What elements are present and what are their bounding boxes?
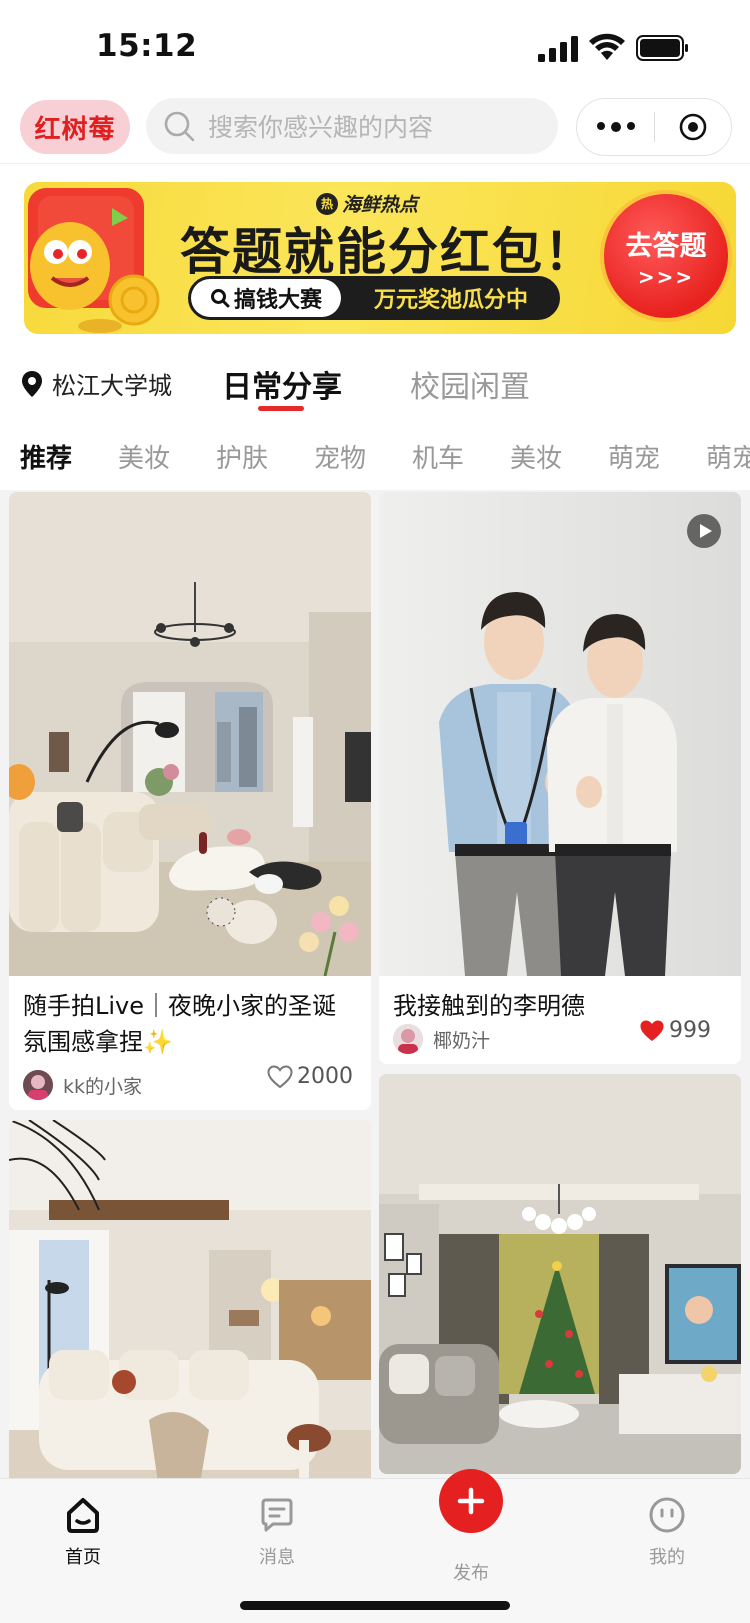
category-motorcycle[interactable]: 机车	[412, 438, 464, 475]
location-selector[interactable]: 松江大学城	[20, 366, 172, 401]
category-makeup[interactable]: 美妆	[118, 438, 170, 475]
bright-living-room-photo	[9, 1120, 371, 1478]
status-bar: 15:12	[0, 0, 750, 96]
banner-headline: 答题就能分红包！	[180, 223, 596, 281]
nav-messages-label: 消息	[259, 1547, 295, 1568]
promo-banner[interactable]: 热 海鲜热点 答题就能分红包！ 搞钱大赛 万元奖池瓜分中 去答题 >>>	[24, 182, 736, 334]
location-pin-icon	[22, 370, 42, 397]
publish-button[interactable]	[439, 1469, 503, 1533]
nav-publish-label: 发布	[453, 1563, 489, 1584]
nav-profile[interactable]: 我的	[627, 1495, 707, 1569]
like-count: 2000	[297, 1064, 353, 1089]
author-name: 椰奶汁	[433, 1029, 491, 1052]
avatar	[393, 1024, 423, 1054]
status-time: 15:12	[96, 28, 198, 64]
living-room-photo	[9, 492, 371, 976]
nav-home-label: 首页	[65, 1547, 101, 1568]
search-icon	[164, 111, 195, 142]
category-cute-pets-2[interactable]: 萌宠	[706, 438, 750, 475]
cellular-signal-icon	[538, 36, 578, 62]
category-makeup-2[interactable]: 美妆	[510, 438, 562, 475]
two-men-photo	[379, 492, 741, 976]
cta-label: 去答题	[625, 230, 707, 262]
tab-daily-share[interactable]: 日常分享	[222, 362, 342, 406]
category-recommend[interactable]: 推荐	[20, 438, 72, 475]
banner-pill-right-text: 万元奖池瓜分中	[373, 288, 528, 313]
plus-icon	[457, 1487, 485, 1515]
home-indicator	[240, 1601, 510, 1610]
location-label: 松江大学城	[52, 372, 172, 400]
heart-filled-icon	[640, 1020, 664, 1041]
red-packet-mascot-icon	[28, 188, 160, 333]
like-count: 999	[669, 1018, 711, 1043]
active-tab-indicator	[258, 406, 304, 411]
content-feed: 随手拍Live｜夜晚小家的圣诞氛围感拿捏✨ kk的小家 2000 我接触到的李明…	[0, 490, 750, 1478]
feed-card[interactable]	[379, 1074, 741, 1474]
card-author[interactable]: kk的小家	[23, 1070, 142, 1100]
search-placeholder: 搜索你感兴趣的内容	[208, 113, 434, 142]
like-button[interactable]: 999	[639, 1018, 711, 1043]
video-play-icon	[687, 514, 721, 548]
category-tabs: 推荐 美妆 护肤 宠物 机车 美妆 萌宠 萌宠	[0, 424, 750, 484]
target-icon	[679, 113, 707, 141]
channel-row: 松江大学城 日常分享 校园闲置	[0, 352, 750, 414]
avatar	[23, 1070, 53, 1100]
category-skincare[interactable]: 护肤	[216, 438, 268, 475]
category-pets[interactable]: 宠物	[314, 438, 366, 475]
feed-card[interactable]: 随手拍Live｜夜晚小家的圣诞氛围感拿捏✨ kk的小家 2000	[9, 492, 371, 1110]
card-author[interactable]: 椰奶汁	[393, 1024, 490, 1054]
heart-outline-icon	[267, 1064, 293, 1088]
nav-messages[interactable]: 消息	[237, 1495, 317, 1569]
app-logo[interactable]: 红树莓	[20, 100, 130, 154]
more-dots-icon	[594, 122, 638, 132]
message-icon	[261, 1498, 293, 1532]
search-input[interactable]: 搜索你感兴趣的内容	[146, 98, 558, 154]
feed-card[interactable]: 我接触到的李明德 椰奶汁 999	[379, 492, 741, 1064]
feed-card[interactable]	[9, 1120, 371, 1478]
banner-pill-left-text: 搞钱大赛	[233, 288, 322, 313]
profile-icon	[649, 1497, 685, 1533]
top-bar: 红树莓 搜索你感兴趣的内容	[0, 96, 750, 164]
banner-pill: 搞钱大赛 万元奖池瓜分中	[188, 276, 560, 320]
tab-campus-secondhand[interactable]: 校园闲置	[410, 362, 530, 406]
bottom-tab-bar: 首页 消息 发布 我的	[0, 1469, 750, 1623]
app-logo-text: 红树莓	[34, 114, 116, 145]
miniapp-capsule	[576, 98, 732, 156]
more-button[interactable]	[577, 99, 654, 155]
category-cute-pets[interactable]: 萌宠	[608, 438, 660, 475]
nav-profile-label: 我的	[649, 1547, 685, 1568]
banner-pill-left: 搞钱大赛	[191, 279, 341, 317]
wifi-icon	[589, 33, 625, 60]
close-miniapp-button[interactable]	[655, 99, 731, 155]
nav-home[interactable]: 首页	[43, 1495, 123, 1569]
card-title: 随手拍Live｜夜晚小家的圣诞氛围感拿捏✨	[23, 992, 337, 1056]
home-icon	[67, 1498, 99, 1533]
search-icon	[210, 289, 230, 308]
christmas-living-room-photo	[379, 1074, 741, 1474]
cta-arrows: >>>	[637, 264, 695, 289]
like-button[interactable]: 2000	[267, 1064, 353, 1089]
answer-quiz-button[interactable]: 去答题 >>>	[600, 190, 732, 322]
author-name: kk的小家	[63, 1075, 143, 1098]
battery-icon	[636, 35, 688, 61]
